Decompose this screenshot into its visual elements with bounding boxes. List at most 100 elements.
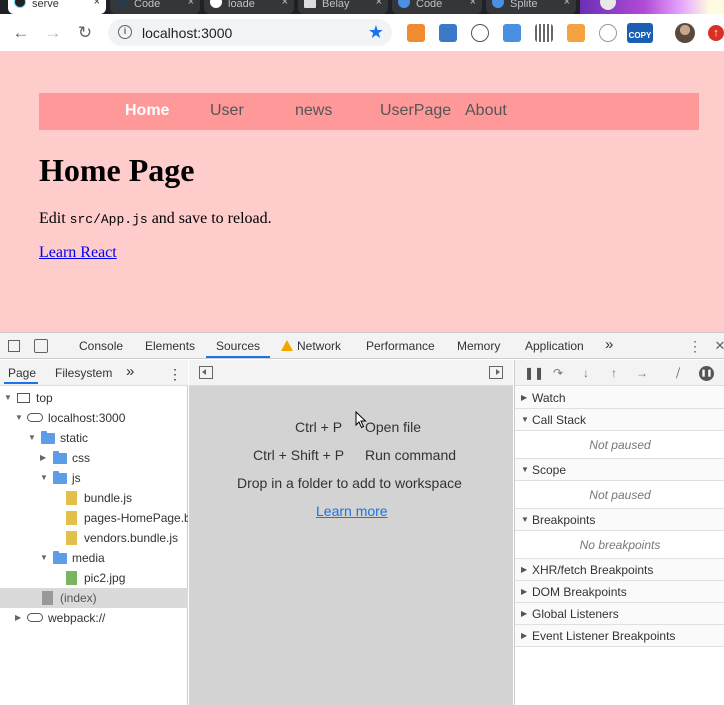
tab-filesystem[interactable]: Filesystem <box>55 366 112 380</box>
browser-tab[interactable]: Splite × <box>486 0 576 14</box>
tab-application[interactable]: Application <box>525 339 584 353</box>
update-icon[interactable]: ↑ <box>708 25 724 41</box>
kebab-menu-icon[interactable]: ⋮ <box>168 366 182 383</box>
pause-on-exceptions-icon[interactable]: ❚❚ <box>699 366 714 381</box>
tree-item-origin[interactable]: ▼ localhost:3000 <box>0 408 188 428</box>
reload-icon[interactable]: ↻ <box>74 22 96 44</box>
disk-extension-icon[interactable] <box>503 24 521 42</box>
tree-item-folder[interactable]: ▼ media <box>0 548 188 568</box>
tab-page[interactable]: Page <box>8 366 36 380</box>
edit-hint-prefix: Edit <box>39 210 70 227</box>
learn-react-link[interactable]: Learn React <box>39 244 117 262</box>
tree-item-origin[interactable]: ▶ webpack:// <box>0 608 188 628</box>
nav-link-userpage[interactable]: UserPage <box>380 102 451 120</box>
code-extension-icon[interactable] <box>471 24 489 42</box>
section-dom-breakpoints[interactable]: ▶ DOM Breakpoints <box>515 581 724 603</box>
browser-tab[interactable]: Code × <box>392 0 482 14</box>
step-into-icon[interactable]: ↓ <box>579 366 593 380</box>
tree-item-folder[interactable]: ▼ js <box>0 468 188 488</box>
close-icon[interactable]: × <box>94 0 100 8</box>
collapse-arrow-icon[interactable]: ▶ <box>521 559 527 581</box>
tree-item-folder[interactable]: ▼ static <box>0 428 188 448</box>
back-arrow-icon[interactable]: ← <box>10 22 32 44</box>
expand-arrow-icon[interactable]: ▼ <box>40 548 50 568</box>
avatar[interactable] <box>675 23 695 43</box>
tab-sources[interactable]: Sources <box>216 339 260 353</box>
expand-arrow-icon[interactable]: ▼ <box>15 408 25 428</box>
tab-memory[interactable]: Memory <box>457 339 500 353</box>
browser-tab-active[interactable]: serve × <box>8 0 106 14</box>
info-icon[interactable]: i <box>118 25 132 39</box>
expand-arrow-icon[interactable]: ▼ <box>28 428 38 448</box>
close-icon[interactable]: × <box>188 0 194 8</box>
bookmark-star-icon[interactable]: ★ <box>368 22 384 43</box>
learn-more-link[interactable]: Learn more <box>316 503 388 519</box>
expand-arrow-icon[interactable]: ▼ <box>521 409 529 431</box>
deactivate-breakpoints-icon[interactable]: ⧸ <box>671 366 685 380</box>
expand-arrow-icon[interactable]: ▼ <box>40 468 50 488</box>
section-xhr-breakpoints[interactable]: ▶ XHR/fetch Breakpoints <box>515 559 724 581</box>
inspect-element-icon[interactable] <box>8 340 20 352</box>
close-icon[interactable]: × <box>564 0 570 8</box>
section-event-listener-breakpoints[interactable]: ▶ Event Listener Breakpoints <box>515 625 724 647</box>
collapse-arrow-icon[interactable]: ▶ <box>40 448 50 468</box>
collapse-arrow-icon[interactable]: ▶ <box>521 625 527 647</box>
tree-item-file[interactable]: pages-HomePage.b <box>0 508 188 528</box>
expand-arrow-icon[interactable]: ▼ <box>521 509 529 531</box>
tree-item-label: webpack:// <box>48 611 106 625</box>
section-watch[interactable]: ▶ Watch <box>515 387 724 409</box>
tree-item-file-selected[interactable]: (index) <box>0 588 188 608</box>
section-global-listeners[interactable]: ▶ Global Listeners <box>515 603 724 625</box>
download-extension-icon[interactable] <box>407 24 425 42</box>
collapse-arrow-icon[interactable]: ▶ <box>521 603 527 625</box>
step-out-icon[interactable]: ↑ <box>607 366 621 380</box>
shortcut-action: Run command <box>365 447 457 463</box>
close-icon[interactable]: × <box>282 0 288 8</box>
section-scope[interactable]: ▼ Scope <box>515 459 724 481</box>
nav-link-home[interactable]: Home <box>125 102 169 120</box>
audio-extension-icon[interactable] <box>535 24 553 42</box>
device-toolbar-icon[interactable] <box>34 339 48 353</box>
tree-item-top[interactable]: ▼ top <box>0 388 188 408</box>
color-extension-icon[interactable] <box>567 24 585 42</box>
browser-tab[interactable]: Belay × <box>298 0 388 14</box>
more-tabs-icon[interactable]: » <box>126 363 134 380</box>
step-over-icon[interactable]: ↷ <box>551 366 565 380</box>
collapse-arrow-icon[interactable]: ▶ <box>521 581 527 603</box>
new-tab-icon[interactable] <box>600 0 616 10</box>
tree-item-file[interactable]: vendors.bundle.js <box>0 528 188 548</box>
tree-item-folder[interactable]: ▶ css <box>0 448 188 468</box>
address-bar[interactable]: i localhost:3000 ★ <box>108 19 392 46</box>
section-breakpoints[interactable]: ▼ Breakpoints <box>515 509 724 531</box>
section-call-stack[interactable]: ▼ Call Stack <box>515 409 724 431</box>
clock-extension-icon[interactable] <box>599 24 617 42</box>
expand-arrow-icon[interactable]: ▼ <box>521 459 529 481</box>
browser-tab[interactable]: Code × <box>110 0 200 14</box>
tab-console[interactable]: Console <box>79 339 123 353</box>
url-text[interactable]: localhost:3000 <box>142 25 232 41</box>
expand-arrow-icon[interactable]: ▼ <box>4 388 14 408</box>
nav-link-about[interactable]: About <box>465 102 507 120</box>
copy-extension-icon[interactable]: COPY <box>627 23 653 43</box>
step-icon[interactable]: → <box>635 366 649 380</box>
toggle-navigator-icon[interactable] <box>199 366 213 379</box>
tab-network[interactable]: Network <box>297 339 341 353</box>
tree-item-file[interactable]: bundle.js <box>0 488 188 508</box>
pause-icon[interactable]: ❚❚ <box>524 366 544 380</box>
close-icon[interactable]: × <box>376 0 382 8</box>
collapse-arrow-icon[interactable]: ▶ <box>521 387 527 409</box>
kebab-menu-icon[interactable]: ⋮ <box>688 339 702 353</box>
toggle-debugger-icon[interactable] <box>489 366 503 379</box>
tree-item-file[interactable]: pic2.jpg <box>0 568 188 588</box>
forward-arrow-icon[interactable]: → <box>42 22 64 44</box>
browser-tab[interactable]: loade × <box>204 0 294 14</box>
nav-link-user[interactable]: User <box>210 102 244 120</box>
close-devtools-icon[interactable]: ✕ <box>713 339 724 353</box>
tab-elements[interactable]: Elements <box>145 339 195 353</box>
tab-performance[interactable]: Performance <box>366 339 435 353</box>
collapse-arrow-icon[interactable]: ▶ <box>15 608 25 628</box>
more-tabs-icon[interactable]: » <box>605 336 613 353</box>
close-icon[interactable]: × <box>470 0 476 8</box>
nav-link-news[interactable]: news <box>295 102 332 120</box>
save-extension-icon[interactable] <box>439 24 457 42</box>
